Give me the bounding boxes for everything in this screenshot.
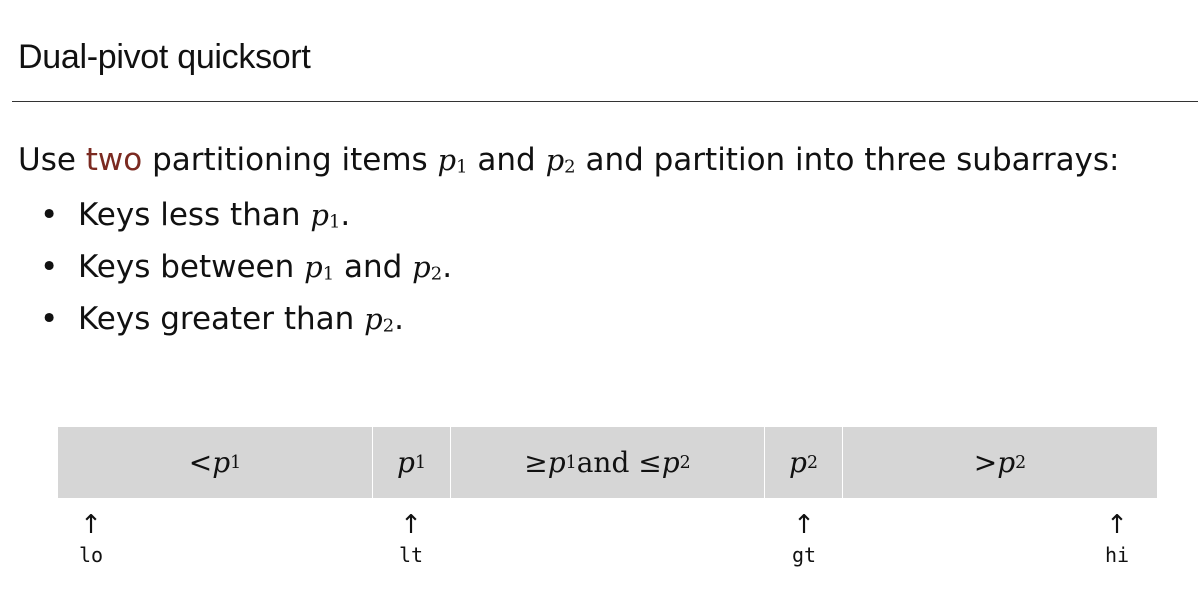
intro-sentence: Use two partitioning items p1 and p2 and… (18, 142, 1120, 178)
intro-pivot-2: p2 (545, 143, 576, 178)
up-arrow-icon: ↑ (793, 510, 815, 540)
bullet-between: • Keys between p1 and p2. (40, 245, 452, 297)
cell-pivot-p1: p1 (372, 427, 450, 498)
cell-pivot-p2: p2 (764, 427, 842, 498)
intro-suffix: and partition into three subarrays: (575, 142, 1120, 178)
intro-and: and (467, 142, 546, 178)
marker-hi: ↑ hi (1087, 512, 1147, 568)
marker-label: hi (1104, 543, 1130, 567)
bullet-greater-than: • Keys greater than p2. (40, 297, 452, 349)
intro-pivot-1: p1 (437, 143, 468, 178)
bullet-less-than: • Keys less than p1. (40, 193, 452, 245)
intro-prefix: Use (18, 142, 86, 178)
marker-label: gt (791, 543, 817, 567)
marker-label: lt (398, 543, 424, 567)
cell-greater-than-p2: > p2 (842, 427, 1157, 498)
intro-accent-word: two (85, 142, 143, 178)
bullet-dot: • (40, 301, 59, 337)
bullet-pivot: p1 (310, 198, 341, 233)
marker-lt: ↑ lt (381, 512, 441, 568)
title-divider (12, 101, 1198, 102)
cell-less-than-p1: < p1 (188, 446, 242, 479)
page-title: Dual-pivot quicksort (18, 38, 311, 76)
up-arrow-icon: ↑ (80, 510, 102, 540)
bullet-dot: • (40, 197, 59, 233)
bullet-list: • Keys less than p1. • Keys between p1 and… (40, 193, 452, 349)
up-arrow-icon: ↑ (400, 510, 422, 540)
marker-label: lo (78, 543, 104, 567)
up-arrow-icon: ↑ (1106, 510, 1128, 540)
cell-between-pivots: ≥ p1 and ≤ p2 (450, 427, 764, 498)
marker-gt: ↑ gt (774, 512, 834, 568)
marker-lo: ↑ lo (61, 512, 121, 568)
bullet-dot: • (40, 249, 59, 285)
partition-array: < p1 p1 ≥ p1 and ≤ p2 p2 > p2 (58, 427, 1157, 498)
bullet-pivot: p2 (364, 302, 395, 337)
intro-mid: partitioning items (142, 142, 438, 178)
bullet-pivot: p2 (412, 250, 443, 285)
bullet-pivot: p1 (304, 250, 335, 285)
